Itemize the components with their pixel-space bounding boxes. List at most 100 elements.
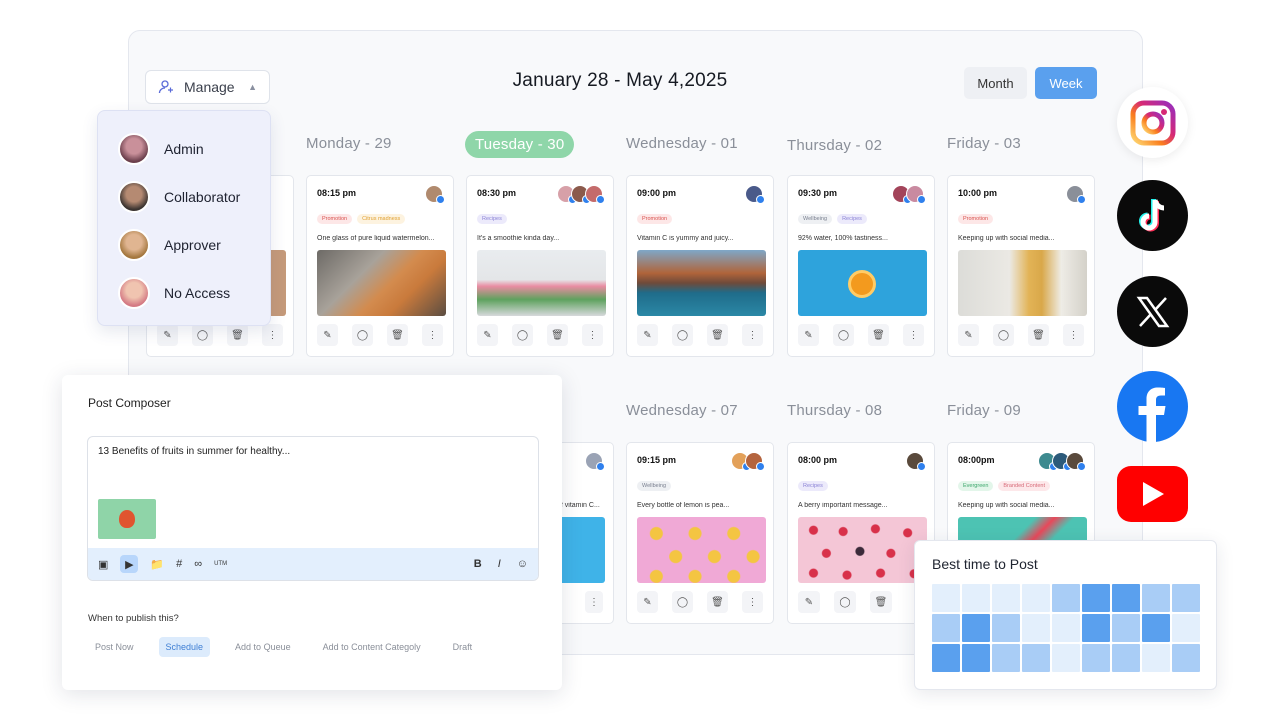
post-now-option[interactable]: Post Now — [88, 637, 141, 657]
more-icon[interactable]: ⋮ — [903, 324, 924, 346]
post-caption: It's a smoothie kinda day... — [477, 235, 560, 242]
heatmap-cell[interactable] — [1022, 584, 1050, 612]
post-card[interactable]: 08:00 pm Recipes A berry important messa… — [787, 442, 935, 624]
heatmap-cell[interactable] — [992, 584, 1020, 612]
heatmap-cell[interactable] — [1022, 644, 1050, 672]
edit-icon[interactable]: ✎ — [157, 324, 178, 346]
link-icon[interactable]: ∞ — [194, 558, 202, 570]
post-time: 09:00 pm — [637, 188, 677, 198]
attached-image-thumbnail[interactable] — [98, 499, 156, 539]
heatmap-cell[interactable] — [1142, 644, 1170, 672]
edit-icon[interactable]: ✎ — [477, 324, 498, 346]
edit-icon[interactable]: ✎ — [637, 591, 658, 613]
post-text: 13 Benefits of fruits in summer for heal… — [98, 446, 291, 457]
post-card[interactable]: 09:15 pm Wellbeing Every bottle of lemon… — [626, 442, 774, 624]
heatmap-cell[interactable] — [932, 614, 960, 642]
heatmap-cell[interactable] — [1142, 584, 1170, 612]
heatmap-cell[interactable] — [1172, 614, 1200, 642]
utm-button[interactable]: UTM — [214, 561, 227, 567]
role-item-collaborator[interactable]: Collaborator — [118, 173, 270, 221]
more-icon[interactable]: ⋮ — [262, 324, 283, 346]
heatmap-cell[interactable] — [1052, 614, 1080, 642]
role-item-approver[interactable]: Approver — [118, 221, 270, 269]
more-icon[interactable]: ⋮ — [742, 591, 763, 613]
trash-icon[interactable]: 🗑 — [707, 324, 728, 346]
heatmap-cell[interactable] — [962, 584, 990, 612]
heatmap-cell[interactable] — [1052, 584, 1080, 612]
heatmap-cell[interactable] — [992, 614, 1020, 642]
trash-icon[interactable]: 🗑 — [387, 324, 408, 346]
heatmap-cell[interactable] — [1022, 614, 1050, 642]
month-view-button[interactable]: Month — [964, 67, 1027, 99]
instagram-icon[interactable] — [1117, 87, 1188, 158]
role-item-no-access[interactable]: No Access — [118, 269, 270, 317]
more-icon[interactable]: ⋮ — [422, 324, 443, 346]
add-to-queue-option[interactable]: Add to Queue — [228, 637, 298, 657]
heatmap-cell[interactable] — [932, 584, 960, 612]
hashtag-icon[interactable]: # — [176, 558, 182, 570]
post-text-editor[interactable]: 13 Benefits of fruits in summer for heal… — [87, 436, 539, 581]
folder-icon[interactable]: 📁 — [150, 558, 164, 571]
edit-icon[interactable]: ✎ — [798, 591, 820, 613]
facebook-icon[interactable] — [1117, 371, 1188, 442]
comment-icon[interactable]: ◯ — [834, 591, 856, 613]
edit-icon[interactable]: ✎ — [637, 324, 658, 346]
bold-icon[interactable]: B — [474, 558, 482, 570]
heatmap-cell[interactable] — [1172, 644, 1200, 672]
more-icon[interactable]: ⋮ — [742, 324, 763, 346]
heatmap-cell[interactable] — [962, 614, 990, 642]
more-icon[interactable]: ⋮ — [585, 591, 603, 613]
trash-icon[interactable]: 🗑 — [547, 324, 568, 346]
heatmap-cell[interactable] — [932, 644, 960, 672]
trash-icon[interactable]: 🗑 — [227, 324, 248, 346]
heatmap-cell[interactable] — [1112, 644, 1140, 672]
comment-icon[interactable]: ◯ — [352, 324, 373, 346]
schedule-option[interactable]: Schedule — [158, 637, 211, 657]
edit-icon[interactable]: ✎ — [317, 324, 338, 346]
heatmap-cell[interactable] — [1172, 584, 1200, 612]
comment-icon[interactable]: ◯ — [672, 591, 693, 613]
emoji-icon[interactable]: ☺ — [517, 558, 528, 570]
heatmap-cell[interactable] — [962, 644, 990, 672]
post-image-raspberries — [798, 517, 927, 583]
heatmap-cell[interactable] — [1082, 584, 1110, 612]
week-view-button[interactable]: Week — [1035, 67, 1097, 99]
heatmap-cell[interactable] — [1142, 614, 1170, 642]
youtube-icon[interactable] — [1117, 466, 1188, 522]
trash-icon[interactable]: 🗑 — [707, 591, 728, 613]
comment-icon[interactable]: ◯ — [833, 324, 854, 346]
trash-icon[interactable]: 🗑 — [868, 324, 889, 346]
post-card[interactable]: 10:00 pm Promotion Keeping up with socia… — [947, 175, 1095, 357]
heatmap-cell[interactable] — [1052, 644, 1080, 672]
edit-icon[interactable]: ✎ — [798, 324, 819, 346]
post-card[interactable]: 09:00 pm Promotion Vitamin C is yummy an… — [626, 175, 774, 357]
edit-icon[interactable]: ✎ — [958, 324, 979, 346]
manage-dropdown[interactable]: Manage ▲ — [145, 70, 270, 104]
heatmap-cell[interactable] — [1082, 614, 1110, 642]
role-label: No Access — [164, 285, 231, 301]
heatmap-cell[interactable] — [992, 644, 1020, 672]
italic-icon[interactable]: I — [498, 558, 501, 570]
tiktok-icon[interactable] — [1117, 180, 1188, 251]
comment-icon[interactable]: ◯ — [672, 324, 693, 346]
more-icon[interactable]: ⋮ — [1063, 324, 1084, 346]
draft-option[interactable]: Draft — [446, 637, 480, 657]
heatmap-cell[interactable] — [1082, 644, 1110, 672]
role-item-admin[interactable]: Admin — [118, 125, 270, 173]
comment-icon[interactable]: ◯ — [192, 324, 213, 346]
video-icon[interactable]: ▶ — [120, 555, 139, 573]
add-to-content-category-option[interactable]: Add to Content Categoly — [316, 637, 428, 657]
trash-icon[interactable]: 🗑 — [1028, 324, 1049, 346]
comment-icon[interactable]: ◯ — [993, 324, 1014, 346]
x-icon[interactable] — [1117, 276, 1188, 347]
image-icon[interactable]: ▣ — [98, 558, 108, 571]
post-card[interactable]: 09:30 pm Wellbeing Recipes 92% water, 100… — [787, 175, 935, 357]
more-icon[interactable]: ⋮ — [582, 324, 603, 346]
post-card[interactable]: 08:30 pm Recipes It's a smoothie kinda d… — [466, 175, 614, 357]
comment-icon[interactable]: ◯ — [512, 324, 533, 346]
post-card[interactable]: 08:15 pm Promotion Citrus madness One gla… — [306, 175, 454, 357]
heatmap-cell[interactable] — [1112, 614, 1140, 642]
trash-icon[interactable]: 🗑 — [870, 591, 892, 613]
post-caption: Keeping up with social media... — [958, 502, 1055, 509]
heatmap-cell[interactable] — [1112, 584, 1140, 612]
